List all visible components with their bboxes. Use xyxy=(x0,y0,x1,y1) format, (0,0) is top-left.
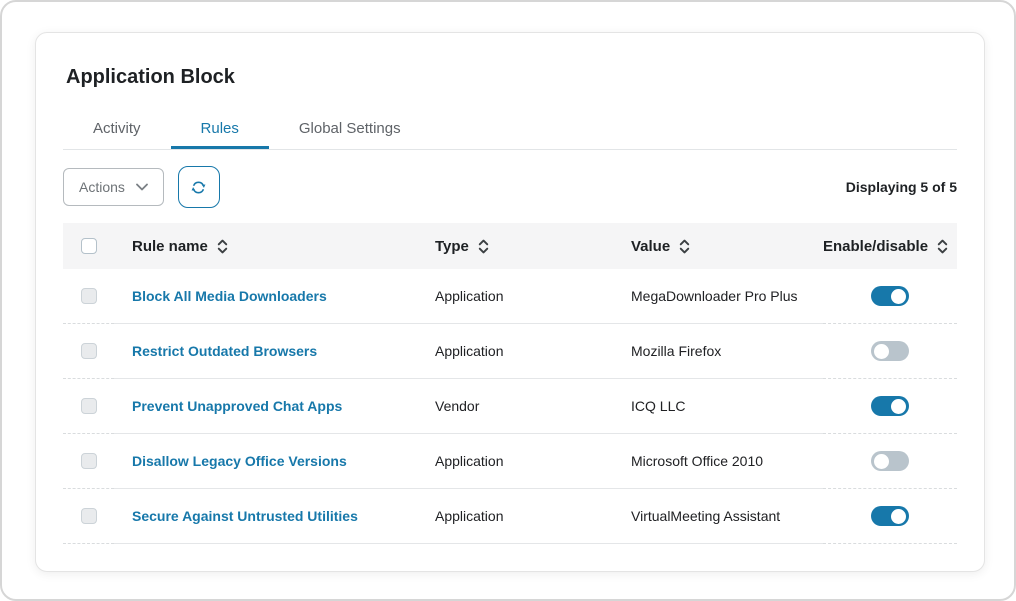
sort-arrows-icon[interactable] xyxy=(937,239,948,254)
table-row: Restrict Outdated Browsers Application M… xyxy=(63,324,957,379)
displaying-count: Displaying 5 of 5 xyxy=(846,179,957,195)
toggle-knob xyxy=(874,454,889,469)
toggle-knob xyxy=(891,399,906,414)
tab-bar: Activity Rules Global Settings xyxy=(63,111,957,150)
tab-activity[interactable]: Activity xyxy=(63,111,171,149)
toggle-knob xyxy=(891,509,906,524)
rule-type: Application xyxy=(435,489,631,544)
table-row: Prevent Unapproved Chat Apps Vendor ICQ … xyxy=(63,379,957,434)
toggle-cell xyxy=(823,379,957,434)
column-header-value: Value xyxy=(631,238,823,255)
column-header-value-label: Value xyxy=(631,238,670,255)
sort-arrows-icon[interactable] xyxy=(679,239,690,254)
refresh-button[interactable] xyxy=(178,166,220,208)
row-checkbox-cell xyxy=(63,324,114,379)
row-checkbox-cell xyxy=(63,434,114,489)
table-row: Block All Media Downloaders Application … xyxy=(63,269,957,324)
toggle-cell xyxy=(823,324,957,379)
rule-name-link[interactable]: Disallow Legacy Office Versions xyxy=(132,453,347,469)
row-checkbox-cell xyxy=(63,489,114,544)
enable-disable-toggle[interactable] xyxy=(871,451,909,471)
rule-value: VirtualMeeting Assistant xyxy=(631,489,823,544)
rule-value: ICQ LLC xyxy=(631,379,823,434)
enable-disable-toggle[interactable] xyxy=(871,396,909,416)
page-title: Application Block xyxy=(66,63,984,91)
rule-type: Application xyxy=(435,324,631,379)
column-header-enable-disable-label: Enable/disable xyxy=(823,238,928,255)
rule-name-link[interactable]: Prevent Unapproved Chat Apps xyxy=(132,398,342,414)
row-checkbox[interactable] xyxy=(81,398,97,414)
row-checkbox[interactable] xyxy=(81,508,97,524)
table-row: Disallow Legacy Office Versions Applicat… xyxy=(63,434,957,489)
tab-rules-label: Rules xyxy=(201,120,239,137)
rule-name-link[interactable]: Restrict Outdated Browsers xyxy=(132,343,317,359)
toggle-cell xyxy=(823,434,957,489)
sort-arrows-icon[interactable] xyxy=(478,239,489,254)
tab-rules[interactable]: Rules xyxy=(171,111,269,149)
rule-type: Application xyxy=(435,434,631,489)
select-all-checkbox[interactable] xyxy=(81,238,97,254)
rule-value: Microsoft Office 2010 xyxy=(631,434,823,489)
row-checkbox[interactable] xyxy=(81,343,97,359)
rule-name-link[interactable]: Secure Against Untrusted Utilities xyxy=(132,508,358,524)
rules-table: Rule name Type Value xyxy=(63,223,957,544)
app-window: Application Block Activity Rules Global … xyxy=(0,0,1016,601)
toggle-knob xyxy=(874,344,889,359)
toolbar: Actions Displaying 5 of 5 xyxy=(63,166,957,208)
column-header-enable-disable: Enable/disable xyxy=(823,238,957,255)
rule-name-link[interactable]: Block All Media Downloaders xyxy=(132,288,327,304)
column-header-rule-name: Rule name xyxy=(114,238,435,255)
header-checkbox-cell xyxy=(63,223,114,269)
sort-arrows-icon[interactable] xyxy=(217,239,228,254)
refresh-icon xyxy=(189,178,208,197)
actions-button[interactable]: Actions xyxy=(63,168,164,206)
toggle-knob xyxy=(891,289,906,304)
tab-global-settings[interactable]: Global Settings xyxy=(269,111,431,149)
row-checkbox[interactable] xyxy=(81,453,97,469)
application-block-card: Application Block Activity Rules Global … xyxy=(35,32,985,572)
rule-value: Mozilla Firefox xyxy=(631,324,823,379)
row-checkbox-cell xyxy=(63,379,114,434)
row-checkbox-cell xyxy=(63,269,114,324)
tab-activity-label: Activity xyxy=(93,120,141,137)
rule-type: Vendor xyxy=(435,379,631,434)
toggle-cell xyxy=(823,269,957,324)
table-row: Secure Against Untrusted Utilities Appli… xyxy=(63,489,957,544)
rule-type: Application xyxy=(435,269,631,324)
enable-disable-toggle[interactable] xyxy=(871,341,909,361)
table-header-row: Rule name Type Value xyxy=(63,223,957,269)
toggle-cell xyxy=(823,489,957,544)
tab-global-settings-label: Global Settings xyxy=(299,120,401,137)
enable-disable-toggle[interactable] xyxy=(871,286,909,306)
column-header-type-label: Type xyxy=(435,238,469,255)
rule-value: MegaDownloader Pro Plus xyxy=(631,269,823,324)
row-checkbox[interactable] xyxy=(81,288,97,304)
chevron-down-icon xyxy=(136,183,148,191)
enable-disable-toggle[interactable] xyxy=(871,506,909,526)
column-header-type: Type xyxy=(435,238,631,255)
actions-button-label: Actions xyxy=(79,179,125,195)
column-header-rule-name-label: Rule name xyxy=(132,238,208,255)
